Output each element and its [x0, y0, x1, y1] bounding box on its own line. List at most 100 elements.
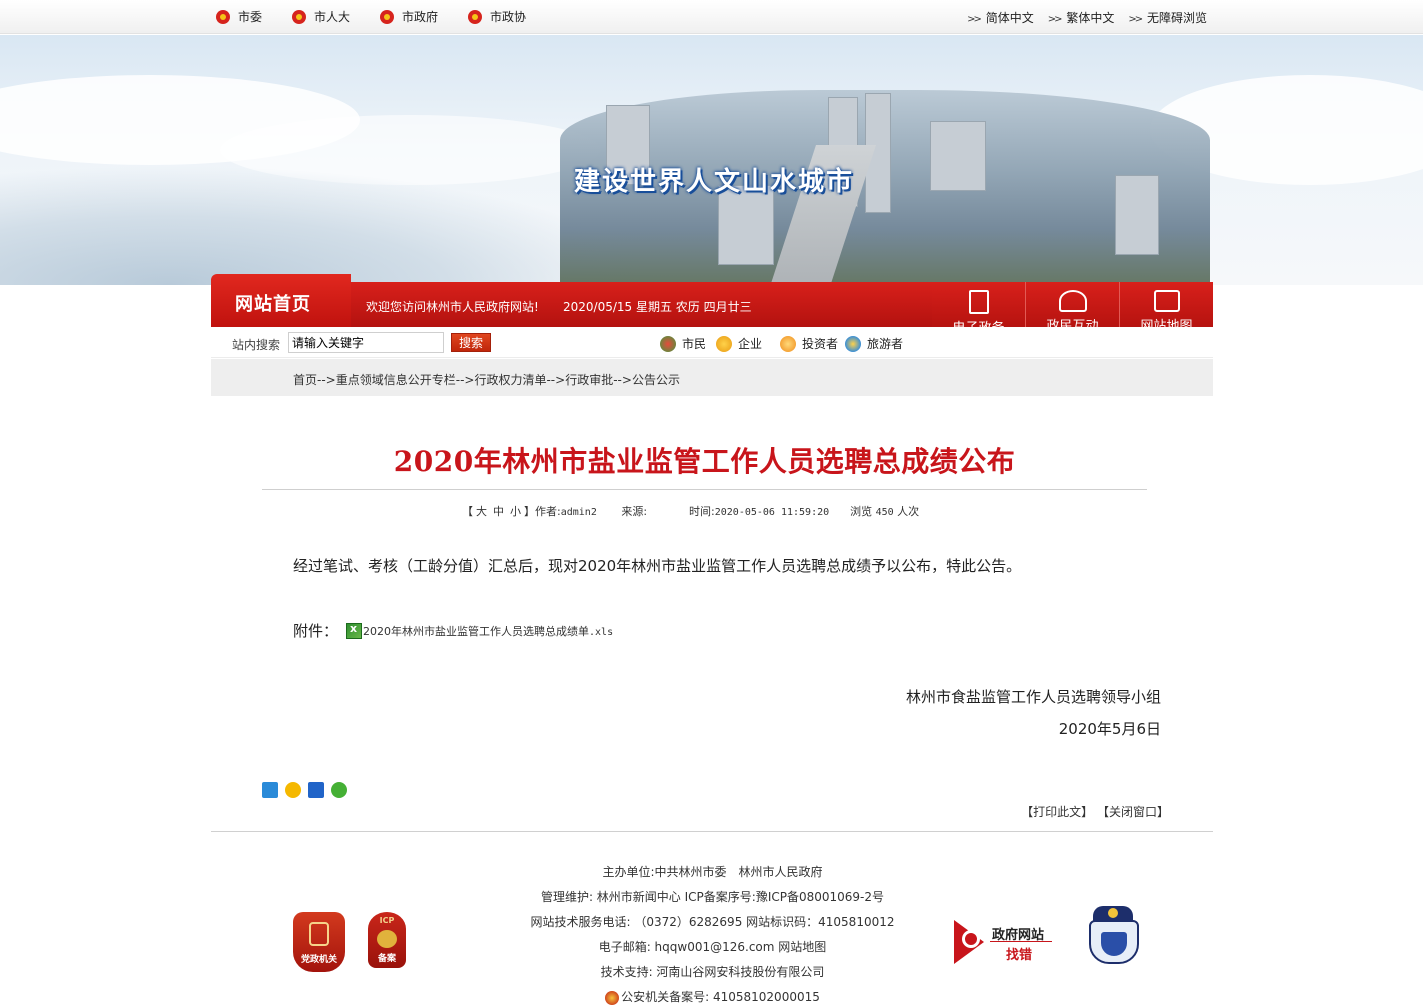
excel-file-icon	[346, 622, 363, 639]
breadcrumb-separator: >	[621, 373, 632, 387]
search-row: 站内搜索 搜索 市民 企业 投资者 旅游者	[211, 327, 1213, 358]
people-icon	[1058, 290, 1087, 312]
breadcrumb-home[interactable]: 首页--	[293, 373, 326, 387]
link-traditional-chinese[interactable]: >> 繁体中文	[1048, 9, 1115, 26]
share-qzone-icon[interactable]	[285, 782, 301, 798]
icp-badge[interactable]: ICP 备案	[368, 912, 406, 968]
footer-divider	[211, 831, 1213, 832]
party-badge-emblem-icon	[309, 922, 329, 946]
font-size-large[interactable]: 大	[476, 505, 487, 518]
error-report-subtitle: 找错	[1006, 948, 1033, 963]
footer-email: 电子邮箱: hqqw001@126.com 网站地图	[598, 940, 827, 954]
time-value: 2020-05-06 11:59:20	[714, 507, 830, 518]
source-label: 来源:	[621, 505, 648, 518]
top-link-label: 市政协	[490, 10, 527, 24]
cppcc-emblem-icon	[468, 9, 483, 24]
gov-site-error-report[interactable]: 政府网站 找错	[954, 918, 1054, 964]
audience-label: 企业	[738, 337, 763, 351]
top-link-party-committee[interactable]: 市委	[216, 8, 262, 25]
time-label: 时间:	[689, 505, 715, 518]
main-nav: 网站首页 欢迎您访问林州市人民政府网站! 2020/05/15 星期五 农历 四…	[211, 274, 1213, 344]
close-window-link[interactable]: 【关闭窗口】	[1097, 805, 1169, 819]
police-star-icon	[1108, 908, 1118, 918]
article-body: 经过笔试、考核（工龄分值）汇总后，现对2020年林州市盐业监管工作人员选聘总成绩…	[293, 557, 1022, 575]
attachment-link[interactable]: 2020年林州市盐业监管工作人员选聘总成绩单.xls	[363, 623, 613, 639]
font-size-open-bracket: 【	[462, 505, 473, 518]
top-link-peoples-congress[interactable]: 市人大	[292, 8, 350, 25]
link-accessibility[interactable]: >> 无障碍浏览	[1128, 9, 1207, 26]
audience-label: 旅游者	[867, 337, 904, 351]
party-badge-text: 党政机关	[300, 955, 337, 965]
top-link-cppcc[interactable]: 市政协	[468, 8, 526, 25]
audience-citizen[interactable]: 市民	[660, 335, 706, 352]
breadcrumb-separator: >	[325, 373, 336, 387]
share-renren-icon[interactable]	[308, 782, 324, 798]
top-links-left: 市委 市人大 市政府 市政协	[216, 8, 556, 25]
party-government-badge[interactable]: 党政机关	[293, 912, 345, 972]
footer-police: 公安机关备案号: 41058102000015	[621, 990, 820, 1004]
header-banner: 建设世界人文山水城市	[0, 35, 1423, 285]
icp-badge-bottom: 备案	[377, 954, 396, 964]
audience-tourist[interactable]: 旅游者	[845, 335, 903, 352]
audience-label: 投资者	[802, 337, 839, 351]
nav-home-tab[interactable]: 网站首页	[211, 274, 351, 327]
current-date: 2020/05/15 星期五 农历 四月廿三	[563, 300, 752, 314]
citizen-icon	[660, 335, 676, 352]
police-cyber-badge[interactable]	[1081, 902, 1147, 970]
map-icon	[1153, 290, 1180, 312]
share-more-icon[interactable]	[262, 782, 278, 798]
share-bar	[262, 782, 347, 798]
audience-enterprise[interactable]: 企业	[716, 335, 762, 352]
police-badge-icon	[605, 990, 620, 1005]
banner-slogan: 建设世界人文山水城市	[574, 167, 855, 197]
views-unit: 人次	[897, 505, 920, 518]
icp-badge-top: ICP	[379, 916, 395, 925]
police-emblem-icon	[377, 930, 397, 948]
top-link-government[interactable]: 市政府	[380, 8, 438, 25]
share-wechat-icon[interactable]	[331, 782, 347, 798]
footer-tech-support: 技术支持: 河南山谷网安科技股份有限公司	[600, 965, 825, 979]
article-signature: 林州市食盐监管工作人员选聘领导小组	[905, 688, 1161, 706]
title-divider	[262, 489, 1147, 490]
views-count: 450	[875, 507, 894, 518]
national-emblem-icon	[380, 9, 395, 24]
link-label: 繁体中文	[1066, 11, 1115, 25]
party-emblem-icon	[216, 9, 230, 24]
article-title: 2020年林州市盐业监管工作人员选聘总成绩公布	[393, 445, 1016, 478]
search-input[interactable]	[288, 332, 444, 353]
footer-host: 主办单位:中共林州市委 林州市人民政府	[602, 865, 823, 879]
audience-investor[interactable]: 投资者	[780, 335, 838, 352]
footer-support-phone: 网站技术服务电话: （0372）6282695 网站标识码：4105810012	[530, 915, 895, 929]
top-links-right: >> 简体中文 >> 繁体中文 >> 无障碍浏览	[967, 9, 1207, 26]
national-emblem-icon	[292, 9, 307, 24]
welcome-text: 欢迎您访问林州市人民政府网站!	[366, 300, 539, 314]
breadcrumb-power-list[interactable]: 行政权力清单--	[474, 373, 555, 387]
attachment-name: 2020年林州市盐业监管工作人员选聘总成绩单	[363, 624, 590, 638]
print-link[interactable]: 【打印此文】	[1021, 805, 1093, 819]
attachment-label: 附件：	[293, 622, 339, 640]
breadcrumb-separator: >	[555, 373, 566, 387]
attachment-row: 附件： 2020年林州市盐业监管工作人员选聘总成绩单.xls	[293, 620, 613, 641]
pen-icon	[968, 290, 989, 314]
font-size-small[interactable]: 小	[510, 505, 521, 518]
search-label: 站内搜索	[232, 338, 281, 352]
link-simplified-chinese[interactable]: >> 简体中文	[967, 9, 1034, 26]
link-label: 简体中文	[985, 11, 1034, 25]
breadcrumb-notices[interactable]: 公告公示	[632, 373, 680, 387]
top-bar: 市委 市人大 市政府 市政协 >> 简体中文 >> 繁体中文 >> 无障碍浏览	[0, 0, 1423, 34]
nav-home-label: 网站首页	[235, 294, 311, 315]
audience-label: 市民	[682, 337, 707, 351]
link-label: 无障碍浏览	[1146, 11, 1207, 25]
breadcrumb-key-areas[interactable]: 重点领域信息公开专栏--	[336, 373, 465, 387]
author-value: admin2	[560, 507, 597, 518]
double-chevron-icon: >>	[1047, 14, 1063, 25]
search-button[interactable]: 搜索	[451, 333, 491, 352]
font-size-medium[interactable]: 中	[493, 505, 504, 518]
breadcrumb-approval[interactable]: 行政审批--	[565, 373, 622, 387]
investor-icon	[780, 335, 796, 352]
building-decoration	[1115, 175, 1159, 255]
font-size-close-bracket: 】	[524, 505, 535, 518]
breadcrumb: 首页-->重点领域信息公开专栏-->行政权力清单-->行政审批-->公告公示	[293, 371, 680, 388]
top-link-label: 市政府	[402, 10, 439, 24]
breadcrumb-separator: >	[464, 373, 475, 387]
